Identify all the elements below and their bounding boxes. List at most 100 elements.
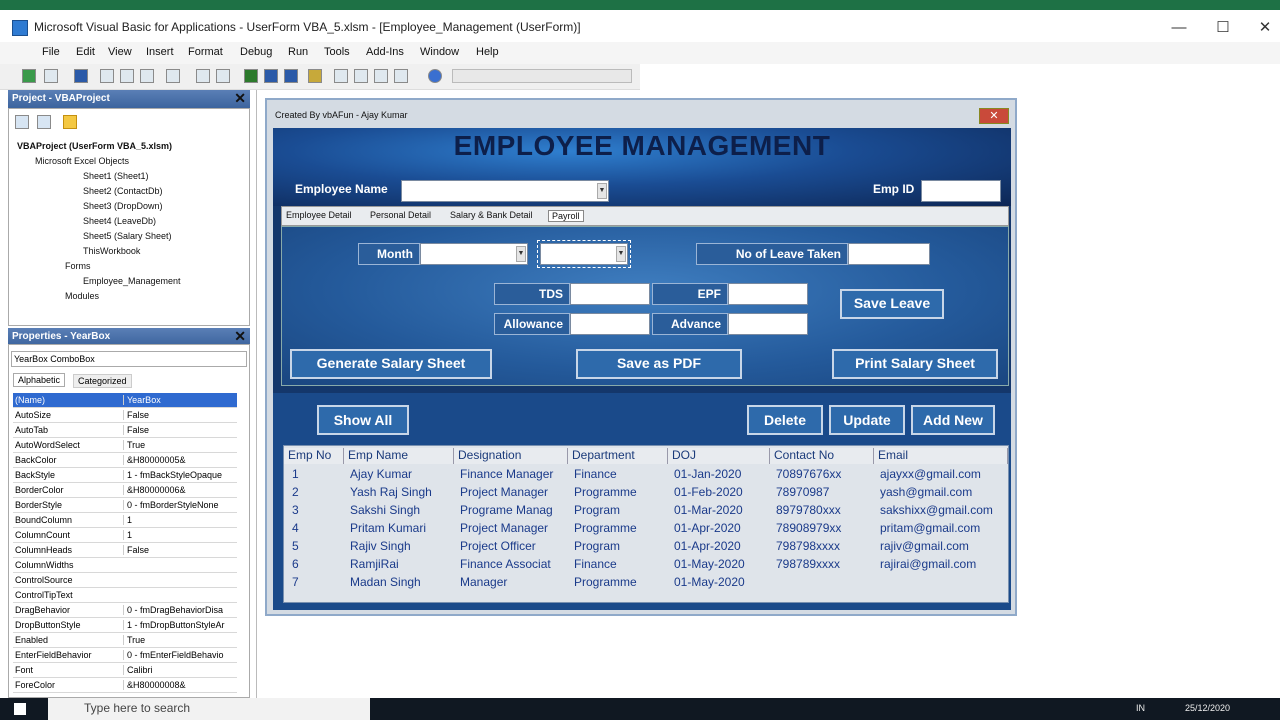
tree-sheet2[interactable]: Sheet2 (ContactDb) [83,186,163,196]
save-as-pdf-button[interactable]: Save as PDF [576,349,742,379]
tab-employee-detail[interactable]: Employee Detail [286,210,352,220]
language-indicator[interactable]: IN [1136,703,1145,713]
property-row[interactable]: BackStyle 1 - fmBackStyleOpaque [13,468,237,483]
dropdown-arrow-icon[interactable]: ▼ [597,183,607,199]
add-new-button[interactable]: Add New [911,405,995,435]
undo-icon[interactable] [196,69,210,83]
properties-pane-close-icon[interactable]: ✕ [234,328,246,345]
property-value[interactable]: &H80000008& [123,680,235,690]
menu-run[interactable]: Run [288,46,308,58]
property-value[interactable]: False [123,410,235,420]
property-value[interactable]: &H80000005& [123,455,235,465]
menu-view[interactable]: View [108,46,132,58]
month-dropdown-icon[interactable]: ▼ [516,246,526,262]
property-row[interactable]: ControlTipText [13,588,237,603]
tree-excel-objects[interactable]: Microsoft Excel Objects [35,156,129,166]
table-row[interactable]: 7 Madan Singh Manager Programme 01-May-2020 [284,574,1008,592]
property-value[interactable]: 1 [123,530,235,540]
property-row[interactable]: DropButtonStyle 1 - fmDropButtonStyleAr [13,618,237,633]
close-button[interactable]: ✕ [1250,16,1280,40]
cut-icon[interactable] [100,69,114,83]
insert-userform-icon[interactable] [44,69,58,83]
tree-sheet5[interactable]: Sheet5 (Salary Sheet) [83,231,172,241]
epf-input[interactable] [728,283,808,305]
design-mode-icon[interactable] [308,69,322,83]
tree-forms[interactable]: Forms [65,261,91,271]
menu-insert[interactable]: Insert [146,46,174,58]
update-button[interactable]: Update [829,405,905,435]
menu-help[interactable]: Help [476,46,499,58]
reset-icon[interactable] [284,69,298,83]
table-row[interactable]: 4 Pritam Kumari Project Manager Programme 01… [284,520,1008,538]
property-row[interactable]: ControlSource [13,573,237,588]
menu-edit[interactable]: Edit [76,46,95,58]
menu-format[interactable]: Format [188,46,223,58]
property-value[interactable]: 1 [123,515,235,525]
save-leave-button[interactable]: Save Leave [840,289,944,319]
property-value[interactable]: True [123,440,235,450]
toggle-folders-icon[interactable] [63,115,77,129]
property-value[interactable]: Calibri [123,665,235,675]
view-object-icon[interactable] [37,115,51,129]
property-row[interactable]: ColumnHeads False [13,543,237,558]
find-icon[interactable] [166,69,180,83]
employee-listbox[interactable]: Emp No Emp Name Designation Department DOJ Co… [283,445,1009,603]
project-explorer-icon[interactable] [334,69,348,83]
copy-icon[interactable] [120,69,134,83]
tree-sheet1[interactable]: Sheet1 (Sheet1) [83,171,149,181]
tab-alphabetic[interactable]: Alphabetic [13,373,66,387]
run-icon[interactable] [244,69,258,83]
table-row[interactable]: 5 Rajiv Singh Project Officer Program 01-Apr… [284,538,1008,556]
tree-sheet4[interactable]: Sheet4 (LeaveDb) [83,216,156,226]
year-combo[interactable]: ▼ [537,240,631,268]
property-value[interactable]: 0 - fmBorderStyleNone [123,500,235,510]
maximize-button[interactable]: ☐ [1208,16,1238,40]
property-row[interactable]: AutoSize False [13,408,237,423]
property-value[interactable]: YearBox [123,395,235,405]
tab-salary-bank-detail[interactable]: Salary & Bank Detail [450,210,533,220]
excel-icon[interactable] [22,69,36,83]
tab-personal-detail[interactable]: Personal Detail [370,210,431,220]
property-row[interactable]: EnterFieldBehavior 0 - fmEnterFieldBehavi… [13,648,237,663]
tab-categorized[interactable]: Categorized [73,374,132,388]
property-row[interactable]: (Name) YearBox [13,393,237,408]
save-icon[interactable] [74,69,88,83]
tree-modules[interactable]: Modules [65,291,99,301]
table-row[interactable]: 2 Yash Raj Singh Project Manager Programme 0… [284,484,1008,502]
menu-file[interactable]: File [42,46,60,58]
allowance-input[interactable] [570,313,650,335]
menu-debug[interactable]: Debug [240,46,272,58]
property-row[interactable]: BackColor &H80000005& [13,453,237,468]
employee-name-combo[interactable]: ▼ [401,180,609,202]
view-code-icon[interactable] [15,115,29,129]
tree-thisworkbook[interactable]: ThisWorkbook [83,246,140,256]
property-value[interactable]: 0 - fmEnterFieldBehavio [123,650,235,660]
property-row[interactable]: DragBehavior 0 - fmDragBehaviorDisa [13,603,237,618]
property-value[interactable]: 1 - fmDropButtonStyleAr [123,620,235,630]
menu-window[interactable]: Window [420,46,459,58]
table-row[interactable]: 3 Sakshi Singh Programe Manag Program 01-Mar… [284,502,1008,520]
properties-window-icon[interactable] [354,69,368,83]
taskbar-search[interactable]: Type here to search [48,698,370,720]
month-combo[interactable]: ▼ [420,243,528,265]
leave-taken-input[interactable] [848,243,930,265]
property-value[interactable]: &H80000006& [123,485,235,495]
paste-icon[interactable] [140,69,154,83]
windows-start-icon[interactable] [14,703,26,715]
property-value[interactable]: False [123,425,235,435]
redo-icon[interactable] [216,69,230,83]
property-value[interactable]: False [123,545,235,555]
property-value[interactable]: 0 - fmDragBehaviorDisa [123,605,235,615]
property-row[interactable]: Enabled True [13,633,237,648]
property-row[interactable]: ForeColor &H80000008& [13,678,237,693]
emp-id-input[interactable] [921,180,1001,202]
show-all-button[interactable]: Show All [317,405,409,435]
menu-tools[interactable]: Tools [324,46,350,58]
minimize-button[interactable]: — [1164,16,1194,40]
break-icon[interactable] [264,69,278,83]
property-value[interactable]: True [123,635,235,645]
property-row[interactable]: ColumnWidths [13,558,237,573]
property-value[interactable]: 1 - fmBackStyleOpaque [123,470,235,480]
delete-button[interactable]: Delete [747,405,823,435]
table-row[interactable]: 6 RamjiRai Finance Associat Finance 01-May-2… [284,556,1008,574]
